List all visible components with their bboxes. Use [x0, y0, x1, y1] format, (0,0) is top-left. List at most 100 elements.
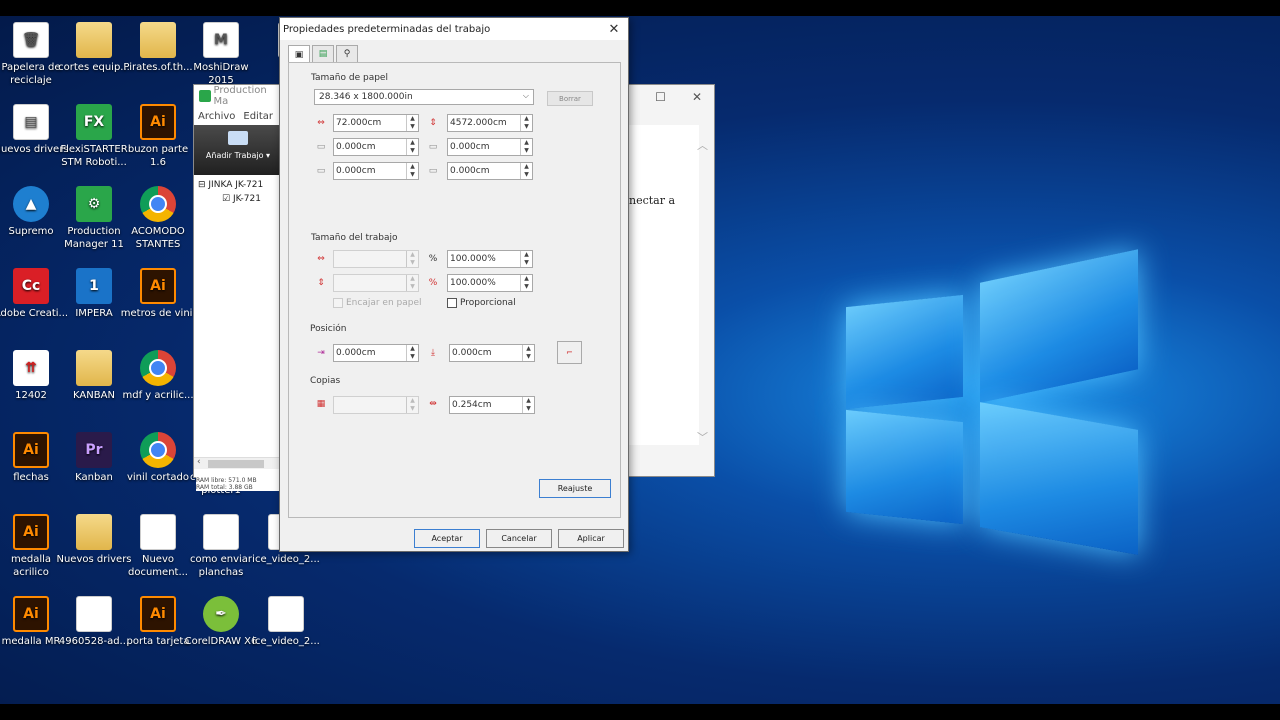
margin-bottom-input[interactable]: 0.000cm ▲ ▼: [447, 162, 533, 180]
color-icon: ▤: [318, 49, 328, 59]
job-width-input[interactable]: ▲ ▼: [333, 250, 419, 268]
impera-icon: 1: [76, 268, 112, 304]
margin-bottom-icon: ▭: [428, 166, 438, 176]
position-y-input[interactable]: 0.000cm ▲ ▼: [449, 344, 535, 362]
dialog-titlebar: Propiedades predeterminadas del trabajo …: [280, 18, 628, 40]
document-icon: [203, 514, 239, 550]
maximize-icon[interactable]: ☐: [655, 90, 666, 104]
illustrator-icon: Ai: [13, 514, 49, 550]
proportional-checkbox[interactable]: Proporcional: [447, 298, 516, 308]
tab-printer[interactable]: ⚲: [336, 45, 358, 62]
premiere-icon: Pr: [76, 432, 112, 468]
margin-right-input[interactable]: 0.000cm ▲ ▼: [333, 162, 419, 180]
package-icon: ⇈: [13, 350, 49, 386]
scale-y-input[interactable]: 100.000% ▲ ▼: [447, 274, 533, 292]
tab-job-size[interactable]: ▣: [288, 45, 310, 63]
desktop-icon-label: ice_video_2...: [252, 636, 320, 647]
illustrator-icon: Ai: [140, 104, 176, 140]
cancel-button[interactable]: Cancelar: [486, 529, 552, 548]
supremo-icon: ▲: [13, 186, 49, 222]
desktop-icon[interactable]: Ai buzon parte 1.6: [120, 104, 196, 169]
desktop-icon-label: buzon parte 1.6: [127, 144, 189, 168]
paper-height-input[interactable]: 4572.000cm ▲ ▼: [447, 114, 533, 132]
paper-size-select[interactable]: 28.346 x 1800.000in ⌵: [314, 89, 534, 105]
desktop-icon[interactable]: M MoshiDraw 2015: [183, 22, 259, 87]
paper-width-input[interactable]: 72.000cm ▲ ▼: [333, 114, 419, 132]
desktop-icon-label: ice_video_2...: [252, 554, 320, 565]
desktop-icon-label: metros de vinil: [120, 308, 196, 319]
position-y-icon: ⤓: [431, 348, 435, 358]
desktop-icon[interactable]: ice_video_2...: [248, 596, 324, 648]
scale-x-input[interactable]: 100.000% ▲ ▼: [447, 250, 533, 268]
coreldraw-icon: ✒: [203, 596, 239, 632]
ram-status: RAM libre: 571.0 MB RAM total: 3.88 GB: [196, 477, 284, 491]
copies-label: Copias: [310, 376, 341, 386]
copies-input[interactable]: ▲ ▼: [333, 396, 419, 414]
recycle-bin-icon: 🗑: [13, 22, 49, 58]
job-height-input[interactable]: ▲ ▼: [333, 274, 419, 292]
desktop-icon[interactable]: ACOMODO STANTES: [120, 186, 196, 251]
add-job-button[interactable]: Añadir Trabajo ▾: [194, 125, 282, 175]
folder-icon: [140, 22, 176, 58]
flexi-icon: FX: [76, 104, 112, 140]
video-file-icon: [268, 596, 304, 632]
windows-logo-wallpaper: [840, 249, 1140, 556]
spacing-input[interactable]: 0.254cm ▲ ▼: [449, 396, 535, 414]
position-label: Posición: [310, 324, 347, 334]
margin-right-icon: ▭: [316, 166, 326, 176]
desktop-icon[interactable]: mdf y acrilic...: [120, 350, 196, 402]
origin-button[interactable]: ⌐: [557, 341, 582, 364]
illustrator-icon: Ai: [140, 596, 176, 632]
horizontal-scrollbar[interactable]: ‹: [194, 457, 284, 469]
margin-top-input[interactable]: 0.000cm ▲ ▼: [447, 138, 533, 156]
menu-editar[interactable]: Editar: [243, 111, 273, 122]
chevron-down-icon: ⌵: [522, 91, 529, 100]
illustrator-icon: Ai: [13, 596, 49, 632]
document-icon: [140, 514, 176, 550]
printer-icon: ⚲: [343, 49, 351, 59]
close-icon[interactable]: ✕: [600, 22, 628, 37]
partial-text: nectar a: [629, 194, 676, 207]
margin-left-input[interactable]: 0.000cm ▲ ▼: [333, 138, 419, 156]
close-icon[interactable]: ✕: [692, 90, 702, 104]
tree-item-printer[interactable]: ⊟ JINKA JK-721: [198, 178, 278, 192]
desktop-icon-label: mdf y acrilic...: [122, 390, 194, 401]
menu-archivo[interactable]: Archivo: [198, 111, 235, 122]
apply-button[interactable]: Aplicar: [558, 529, 624, 548]
dialog-title: Propiedades predeterminadas del trabajo: [283, 23, 491, 35]
chrome-icon: [140, 350, 176, 386]
position-x-icon: ⇥: [317, 348, 325, 358]
scale-x-icon: %: [428, 254, 438, 264]
tree-item-queue[interactable]: ☑ JK-721: [198, 192, 278, 206]
scroll-down-icon[interactable]: ﹀: [697, 429, 708, 445]
position-x-input[interactable]: 0.000cm ▲ ▼: [333, 344, 419, 362]
winrar-icon: ▤: [13, 104, 49, 140]
height-icon: ⇕: [429, 118, 437, 128]
production-manager-logo-icon: [199, 90, 211, 102]
chrome-icon: [140, 186, 176, 222]
chrome-icon: [140, 432, 176, 468]
background-window[interactable]: ☐ ✕ nectar a ︿ ﹀: [620, 84, 715, 477]
job-size-icon: ▣: [294, 49, 304, 60]
tab-color[interactable]: ▤: [312, 45, 334, 62]
production-manager-icon: ⚙: [76, 186, 112, 222]
production-manager-window[interactable]: Production Ma Archivo Editar A Añadir Tr…: [193, 84, 288, 491]
fit-to-paper-checkbox[interactable]: Encajar en papel: [333, 298, 422, 308]
erase-button[interactable]: Borrar: [547, 91, 593, 106]
desktop: 🗑 Papelera de reciclaje cortes equip... Pir…: [0, 16, 1280, 704]
job-size-label: Tamaño del trabajo: [311, 233, 398, 243]
illustrator-icon: Ai: [140, 268, 176, 304]
image-file-icon: [76, 596, 112, 632]
reset-button[interactable]: Reajuste: [539, 479, 611, 498]
folder-icon: [76, 350, 112, 386]
accept-button[interactable]: Aceptar: [414, 529, 480, 548]
scroll-up-icon[interactable]: ︿: [697, 137, 708, 153]
adobe-cc-icon: Cc: [13, 268, 49, 304]
margin-top-icon: ▭: [428, 142, 438, 152]
job-width-icon: ⇔: [317, 254, 325, 264]
margin-left-icon: ▭: [316, 142, 326, 152]
desktop-icon-label: ACOMODO STANTES: [131, 226, 185, 250]
job-height-icon: ⇕: [317, 278, 325, 288]
desktop-icon[interactable]: Ai metros de vinil: [120, 268, 196, 320]
moshidraw-icon: M: [203, 22, 239, 58]
